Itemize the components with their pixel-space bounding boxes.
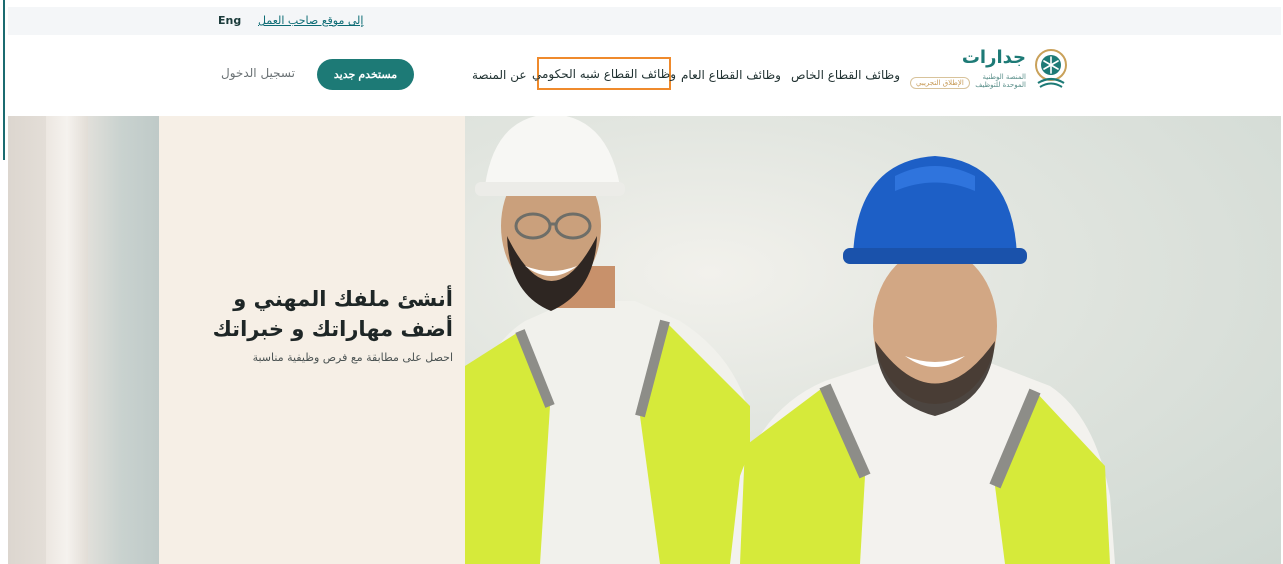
page-edge-rule: [3, 0, 5, 160]
nav-semi-government-jobs[interactable]: وظائف القطاع شبه الحكومي: [532, 57, 676, 90]
worker-left: [465, 116, 750, 564]
logo-subtitle: المنصة الوطنية الموحدة للتوظيف: [975, 73, 1026, 89]
architecture-column: [46, 116, 88, 564]
new-user-button[interactable]: مستخدم جديد: [317, 59, 414, 90]
logo-wordmark: جدارات: [961, 47, 1026, 68]
hero-architecture-backdrop: [8, 116, 159, 564]
worker-right: [730, 156, 1115, 564]
jadarat-logo[interactable]: جدارات المنصة الوطنية الموحدة للتوظيف ال…: [910, 47, 1070, 95]
login-link[interactable]: تسجيل الدخول: [221, 66, 295, 80]
two-engineers-illustration: [465, 116, 1115, 564]
top-utility-bar: Eng إلى موقع صاحب العمل: [8, 7, 1281, 35]
beta-badge: الإطلاق التجريبي: [910, 77, 970, 89]
main-header: تسجيل الدخول مستخدم جديد عن المنصة وظائف…: [8, 35, 1281, 116]
hero-banner: أنشئ ملفك المهني و أضف مهاراتك و خبراتك …: [8, 116, 1281, 564]
nav-about-platform[interactable]: عن المنصة: [472, 68, 527, 82]
hero-subline: احصل على مطابقة مع فرص وظيفية مناسبة: [252, 351, 453, 364]
nav-public-sector-jobs[interactable]: وظائف القطاع العام: [681, 68, 781, 82]
palm-swords-emblem-icon: [1035, 49, 1067, 88]
language-switch[interactable]: Eng: [218, 14, 241, 27]
employer-site-link[interactable]: إلى موقع صاحب العمل: [258, 14, 363, 27]
hero-headline: أنشئ ملفك المهني و أضف مهاراتك و خبراتك: [212, 287, 453, 341]
hero-workers-photo: [465, 116, 1281, 564]
nav-private-sector-jobs[interactable]: وظائف القطاع الخاص: [791, 68, 900, 82]
